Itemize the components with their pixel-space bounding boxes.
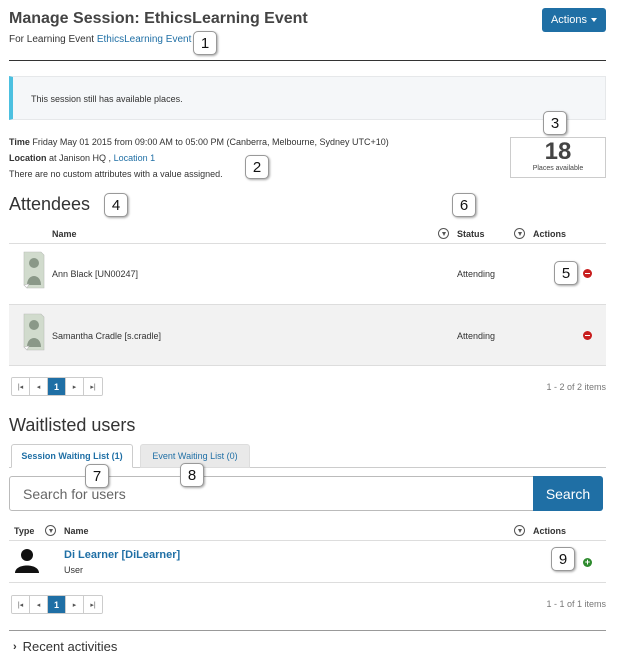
page-title: Manage Session: EthicsLearning Event [9,10,308,27]
location-value: at Janison HQ , [49,153,112,163]
callout-badge: 7 [85,464,109,488]
availability-alert: This session still has available places. [9,76,606,120]
attendee-status: Attending [457,269,496,279]
places-label: Places available [532,165,584,172]
page-1-button[interactable]: 1 [48,378,66,395]
filter-icon[interactable] [438,228,449,239]
callout-badge: 1 [193,31,217,55]
attendees-col-name[interactable]: Name [52,229,77,239]
page-subtitle: For Learning Event EthicsLearning Event [9,34,191,45]
section-divider [9,630,606,631]
subtitle-prefix: For Learning Event [9,34,95,45]
chevron-right-icon: › [13,640,17,653]
location-label: Location [9,153,47,163]
next-page-button[interactable]: ▸ [66,596,84,613]
tab-session-waiting-list[interactable]: Session Waiting List (1) [11,444,133,468]
waitlist-user-type: User [64,565,84,575]
waitlist-heading: Waitlisted users [9,415,136,435]
callout-badge: 8 [180,463,204,487]
last-page-button[interactable]: ▸| [84,378,102,395]
time-value: Friday May 01 2015 from 09:00 AM to 05:0… [32,137,389,147]
callout-badge: 6 [452,193,476,217]
time-label: Time [9,137,30,147]
first-page-button[interactable]: |◂ [12,378,30,395]
caret-down-icon [591,18,598,22]
avatar [23,251,45,289]
page-1-button[interactable]: 1 [48,596,66,613]
add-icon[interactable]: + [583,558,592,567]
header-divider [9,60,606,61]
user-icon [15,549,39,573]
recent-activities-label: Recent activities [22,639,118,654]
alert-text: This session still has available places. [31,94,183,104]
actions-button-label: Actions [550,14,588,26]
avatar [23,313,45,351]
attendees-col-actions: Actions [533,229,567,239]
attendee-name: Samantha Cradle [s.cradle] [52,331,162,341]
callout-badge: 3 [543,111,567,135]
attendee-name: Ann Black [UN00247] [52,269,139,279]
filter-icon[interactable] [514,525,525,536]
row-divider [9,582,606,583]
callout-badge: 4 [104,193,128,217]
prev-page-button[interactable]: ◂ [30,596,48,613]
row-divider [9,243,606,244]
row-divider [9,365,606,366]
session-location: Location at Janison HQ , Location 1 [9,153,155,163]
session-time: Time Friday May 01 2015 from 09:00 AM to… [9,137,389,147]
attendee-status: Attending [457,331,496,341]
location-link[interactable]: Location 1 [114,153,156,163]
callout-badge: 2 [245,155,269,179]
attendees-heading: Attendees [9,194,91,214]
waitlist-item-count: 1 - 1 of 1 items [546,599,606,609]
row-divider [9,540,606,541]
recent-activities-toggle[interactable]: › Recent activities [13,639,117,654]
attendees-pager: |◂ ◂ 1 ▸ ▸| [11,377,103,396]
waitlist-col-type[interactable]: Type [14,526,34,536]
filter-icon[interactable] [514,228,525,239]
learning-event-link[interactable]: EthicsLearning Event [97,34,192,45]
attendees-col-status[interactable]: Status [457,229,485,239]
waitlist-col-actions: Actions [533,526,567,536]
last-page-button[interactable]: ▸| [84,596,102,613]
filter-icon[interactable] [45,525,56,536]
waitlist-user-name[interactable]: Di Learner [DiLearner] [64,549,180,561]
callout-badge: 9 [551,547,575,571]
waitlist-pager: |◂ ◂ 1 ▸ ▸| [11,595,103,614]
actions-button[interactable]: Actions [542,8,606,32]
custom-attributes-text: There are no custom attributes with a va… [9,169,223,179]
search-button[interactable]: Search [533,476,603,511]
first-page-button[interactable]: |◂ [12,596,30,613]
prev-page-button[interactable]: ◂ [30,378,48,395]
callout-badge: 5 [554,261,578,285]
waitlist-col-name[interactable]: Name [64,526,89,536]
next-page-button[interactable]: ▸ [66,378,84,395]
places-available-box: 18 Places available [510,137,606,178]
attendees-item-count: 1 - 2 of 2 items [546,382,606,392]
remove-icon[interactable] [583,269,592,278]
remove-icon[interactable] [583,331,592,340]
places-count: 18 [544,138,572,165]
